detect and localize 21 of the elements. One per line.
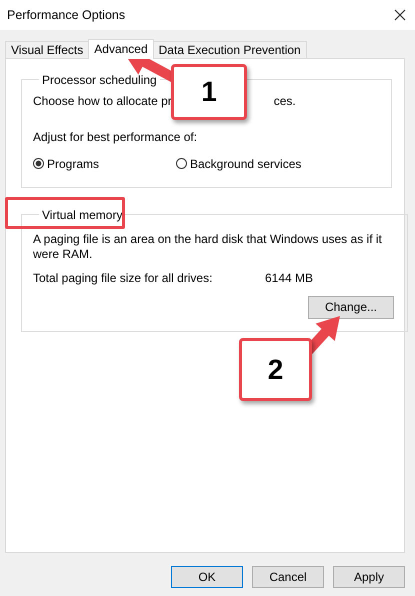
- dialog-button[interactable]: Cancel: [252, 566, 324, 588]
- window-title: Performance Options: [7, 8, 126, 22]
- description-text: ces.: [274, 94, 296, 108]
- radio-option[interactable]: Background services: [176, 156, 319, 171]
- change-button[interactable]: Change...: [308, 296, 394, 319]
- tab[interactable]: Data Execution Prevention: [152, 40, 307, 58]
- group-title: Virtual memory: [41, 208, 124, 222]
- close-icon[interactable]: [394, 9, 406, 21]
- step-number-callout: 1: [171, 64, 247, 120]
- description-text: A paging file is an area on the hard disk that Windows uses as if it were RAM.: [33, 232, 383, 262]
- total-label: Total paging file size for all drives:: [33, 270, 214, 285]
- prompt-text: Adjust for best performance of:: [33, 130, 198, 144]
- dialog-button[interactable]: OK: [171, 566, 243, 588]
- dialog-button[interactable]: Apply: [333, 566, 405, 588]
- radio-option[interactable]: Programs: [33, 156, 176, 171]
- total-value: 6144 MB: [265, 270, 314, 285]
- step-number-callout: 2: [239, 338, 312, 401]
- tab[interactable]: Visual Effects: [5, 40, 90, 58]
- tab[interactable]: Advanced: [88, 38, 154, 59]
- description-text: Choose how to allocate pr: [33, 94, 172, 108]
- group-title: Processor scheduling: [41, 72, 158, 87]
